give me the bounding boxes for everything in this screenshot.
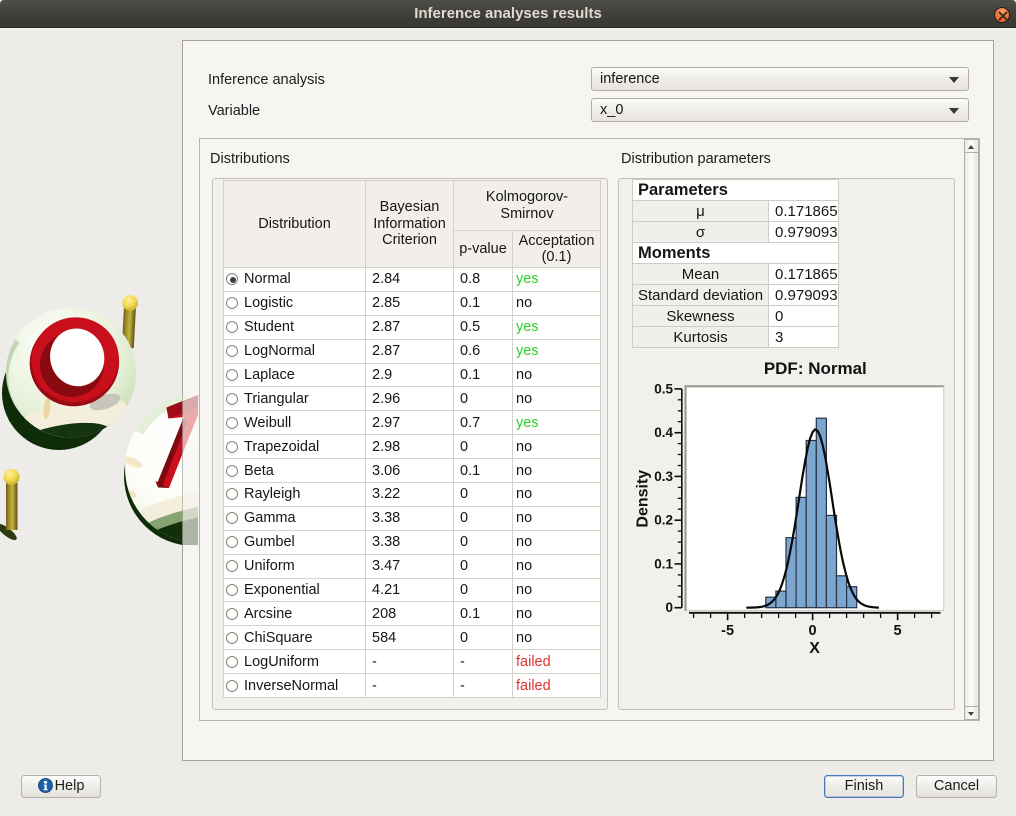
svg-text:Density: Density bbox=[635, 470, 652, 528]
svg-text:0.2: 0.2 bbox=[654, 513, 673, 528]
svg-text:0: 0 bbox=[809, 623, 817, 639]
svg-text:5: 5 bbox=[894, 623, 902, 639]
svg-text:0.5: 0.5 bbox=[654, 381, 673, 396]
svg-text:0: 0 bbox=[665, 600, 673, 615]
svg-text:0.1: 0.1 bbox=[654, 556, 673, 571]
svg-text:PDF: Normal: PDF: Normal bbox=[764, 359, 867, 378]
svg-text:X: X bbox=[809, 640, 820, 657]
svg-text:0.3: 0.3 bbox=[654, 469, 673, 484]
svg-text:0.4: 0.4 bbox=[654, 425, 673, 440]
svg-text:-5: -5 bbox=[721, 623, 734, 639]
